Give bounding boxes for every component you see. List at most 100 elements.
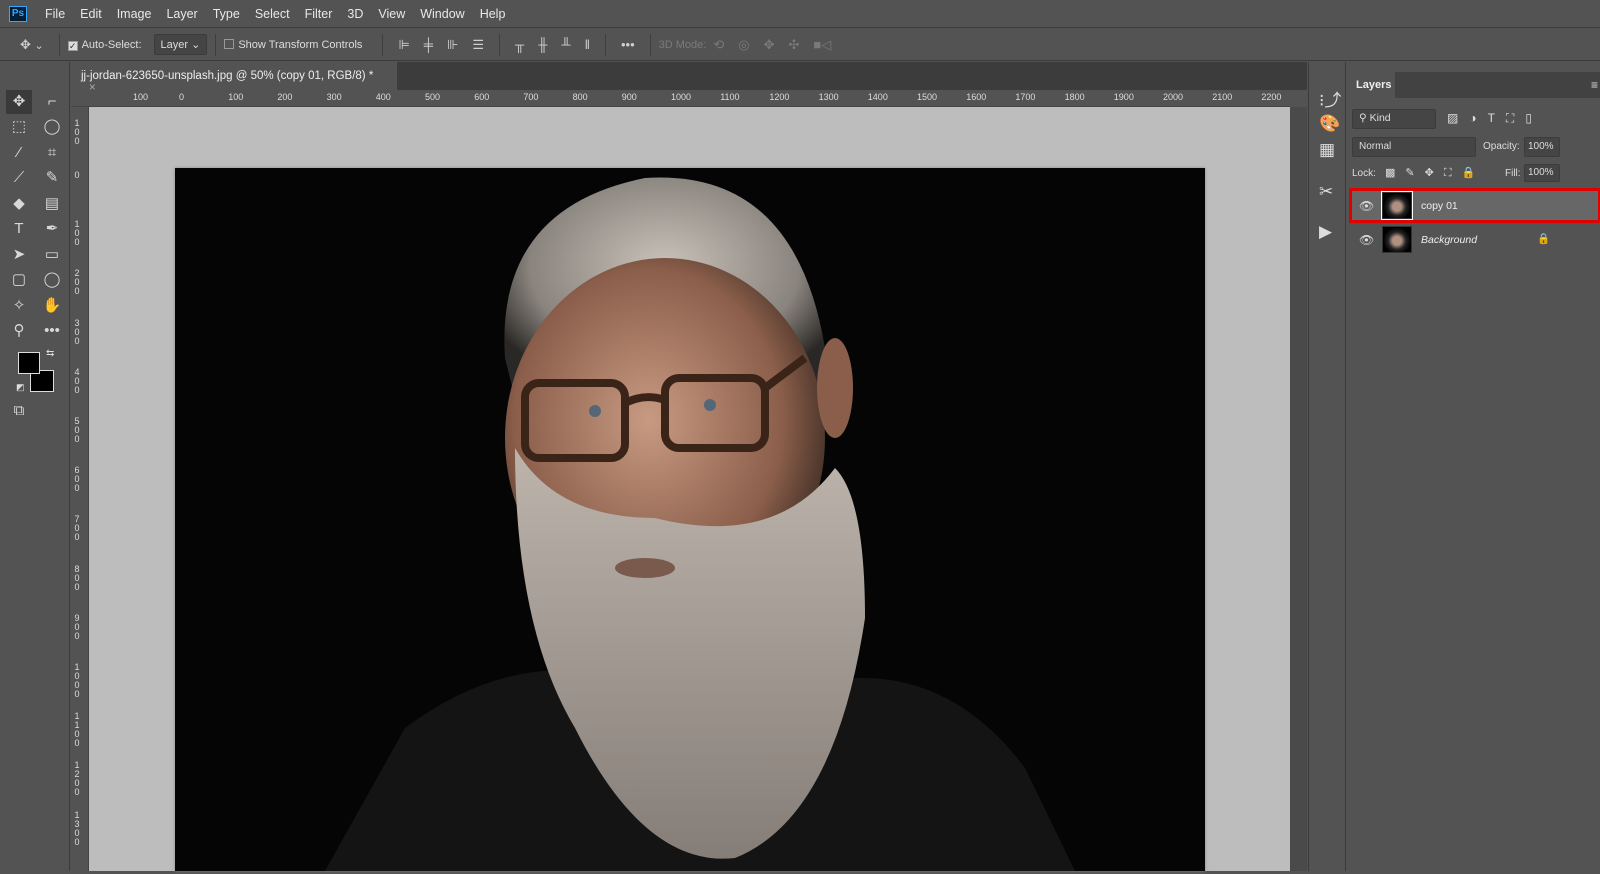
visibility-eye-icon[interactable]: 👁 xyxy=(1359,199,1374,213)
ruler-tick-label: 100 xyxy=(133,92,149,102)
3d-mode-label: 3D Mode: xyxy=(658,38,707,51)
move-tool-icon[interactable]: ✥ ⌄ xyxy=(20,37,44,53)
layer-filter-icons[interactable]: ▨◑T⛶▯ xyxy=(1447,111,1543,126)
show-transform-controls-checkbox[interactable]: Show Transform Controls xyxy=(224,38,362,51)
ruler-tick-label: 1600 xyxy=(966,92,987,102)
lasso-tool-icon[interactable]: ◯ xyxy=(39,115,65,139)
auto-select-target-dropdown[interactable]: Layer ⌄ xyxy=(153,34,208,55)
document-image[interactable] xyxy=(175,168,1205,871)
layer-row-copy-01[interactable]: 👁 copy 01 xyxy=(1349,188,1600,223)
menu-view[interactable]: View xyxy=(378,7,405,21)
foreground-color-swatch[interactable] xyxy=(18,352,40,374)
swatches-palette-icon[interactable]: 🎨 xyxy=(1319,114,1340,134)
layers-panel: Layers ≡ ⚲ Kind ▨◑T⛶▯ Normal Opacity: 10… xyxy=(1347,62,1600,871)
3d-slide-icon[interactable]: ✣ xyxy=(789,37,800,53)
blend-mode-dropdown[interactable]: Normal xyxy=(1352,137,1476,157)
ruler-tick-label: 1100 xyxy=(74,711,80,749)
vertical-scrollbar[interactable] xyxy=(1290,107,1307,871)
align-top-icon[interactable]: ╥ xyxy=(515,37,524,52)
hand-tool-icon[interactable]: ✋ xyxy=(39,294,65,318)
align-middle-icon[interactable]: ╫ xyxy=(538,37,547,52)
distribute-icon[interactable]: ☰ xyxy=(472,37,484,53)
ruler-tick-label: 300 xyxy=(74,317,80,346)
document-tab[interactable]: jj-jordan-623650-unsplash.jpg @ 50% (cop… xyxy=(71,62,397,94)
document-tab-bar: jj-jordan-623650-unsplash.jpg @ 50% (cop… xyxy=(71,62,1307,94)
tools-preset-icon[interactable]: ✂ xyxy=(1319,182,1333,202)
ruler-tick-label: 400 xyxy=(375,92,391,102)
opacity-field[interactable]: 100% xyxy=(1524,137,1560,157)
menu-window[interactable]: Window xyxy=(420,7,464,21)
zoom-tool-icon[interactable]: ⚲ xyxy=(6,319,32,343)
menu-edit[interactable]: Edit xyxy=(80,7,102,21)
fill-field[interactable]: 100% xyxy=(1524,164,1560,182)
rounded-rectangle-tool-icon[interactable]: ▢ xyxy=(6,268,32,292)
screen-mode-icon[interactable]: ⧉ xyxy=(6,399,32,423)
artboard-tool-icon[interactable]: ⌐ xyxy=(39,90,65,114)
vertical-ruler[interactable]: 1000100200300400500600700800900100011001… xyxy=(71,107,89,871)
align-left-icon[interactable]: ⊫ xyxy=(398,37,409,53)
ruler-tick-label: 500 xyxy=(425,92,441,102)
ruler-tick-label: 200 xyxy=(74,268,80,297)
rectangle-tool-icon[interactable]: ▭ xyxy=(39,243,65,267)
more-options-button[interactable]: ••• xyxy=(621,37,635,52)
type-tool-icon[interactable]: T xyxy=(6,217,32,241)
more-tools-icon[interactable]: ••• xyxy=(39,319,65,343)
divider xyxy=(58,33,60,56)
3d-camera-icon[interactable]: ■◁ xyxy=(813,37,831,53)
menu-help[interactable]: Help xyxy=(480,7,506,21)
eraser-tool-icon[interactable]: ◆ xyxy=(6,192,32,216)
distribute-vertical-icon[interactable]: ‖ xyxy=(585,37,590,52)
tab-layers[interactable]: Layers xyxy=(1347,72,1395,98)
portrait-photo xyxy=(325,177,1075,871)
actions-play-icon[interactable]: ▶ xyxy=(1319,222,1332,242)
history-icon[interactable]: ⁝⤴ xyxy=(1319,86,1341,111)
grid-icon[interactable]: ▦ xyxy=(1319,140,1335,160)
crop-tool-icon[interactable]: ⌗ xyxy=(39,141,65,165)
swap-colors-icon[interactable]: ⇆ xyxy=(46,348,54,359)
align-bottom-icon[interactable]: ╨ xyxy=(561,37,570,52)
align-center-icon[interactable]: ╪ xyxy=(424,37,433,52)
brush-tool-icon[interactable]: ✎ xyxy=(39,166,65,190)
ruler-tick-label: 1000 xyxy=(74,662,80,699)
menu-bar: Ps File Edit Image Layer Type Select Fil… xyxy=(0,0,1600,28)
menu-file[interactable]: File xyxy=(45,7,65,21)
menu-filter[interactable]: Filter xyxy=(305,7,333,21)
eyedropper-tool-icon[interactable]: ⟋ xyxy=(6,166,32,190)
default-colors-icon[interactable]: ◩ xyxy=(16,382,25,393)
ruler-tick-label: 600 xyxy=(74,465,80,494)
auto-select-checkbox[interactable]: ✓ Auto-Select: xyxy=(67,39,142,51)
divider xyxy=(215,33,217,56)
3d-roll-icon[interactable]: ◎ xyxy=(738,37,749,53)
panel-menu-icon[interactable]: ≡ xyxy=(1591,78,1598,92)
path-selection-tool-icon[interactable]: ➤ xyxy=(6,243,32,267)
document-title: jj-jordan-623650-unsplash.jpg @ 50% (cop… xyxy=(81,70,374,82)
align-right-icon[interactable]: ⊪ xyxy=(447,37,458,53)
ruler-tick-label: 100 xyxy=(228,92,244,102)
marquee-tool-icon[interactable]: ⬚ xyxy=(6,115,32,139)
filter-kind-dropdown[interactable]: ⚲ Kind xyxy=(1352,109,1436,129)
ruler-tick-label: 300 xyxy=(326,92,342,102)
lock-icons[interactable]: ▩✎✥⛶🔒 xyxy=(1385,166,1485,180)
3d-orbit-icon[interactable]: ⟲ xyxy=(713,37,724,53)
magic-wand-tool-icon[interactable]: ⁄ xyxy=(6,141,32,165)
gradient-tool-icon[interactable]: ▤ xyxy=(39,192,65,216)
menu-layer[interactable]: Layer xyxy=(166,7,197,21)
layers-tab-bar: Layers ≡ xyxy=(1347,72,1600,98)
menu-image[interactable]: Image xyxy=(117,7,152,21)
ruler-tick-label: 800 xyxy=(74,563,80,592)
options-bar: ✥ ⌄ ✓ Auto-Select: Layer ⌄ Show Transform… xyxy=(0,29,1600,61)
menu-3d[interactable]: 3D xyxy=(347,7,363,21)
visibility-eye-icon[interactable]: 👁 xyxy=(1359,233,1374,247)
custom-shape-tool-icon[interactable]: ✧ xyxy=(6,294,32,318)
ruler-tick-label: 100 xyxy=(74,118,80,146)
ellipse-tool-icon[interactable]: ◯ xyxy=(39,268,65,292)
menu-type[interactable]: Type xyxy=(213,7,240,21)
pen-tool-icon[interactable]: ✒ xyxy=(39,217,65,241)
layer-row-background[interactable]: 👁 Background 🔒 xyxy=(1350,223,1600,256)
3d-pan-icon[interactable]: ✥ xyxy=(764,37,775,53)
horizontal-ruler[interactable]: 100 0 100 200 300 400 500 600 700 800 900 1000 1100 1… xyxy=(71,90,1290,107)
ruler-tick-label: 1200 xyxy=(769,92,790,102)
menu-select[interactable]: Select xyxy=(255,7,290,21)
ruler-tick-label: 700 xyxy=(74,514,80,543)
move-tool-icon[interactable]: ✥ xyxy=(6,90,32,114)
